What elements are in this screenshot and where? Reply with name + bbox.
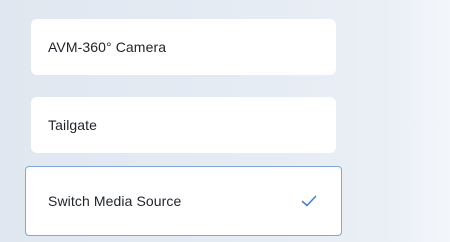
option-label: Switch Media Source bbox=[48, 193, 182, 209]
option-avm-360-camera[interactable]: AVM-360° Camera bbox=[31, 19, 336, 75]
option-label: AVM-360° Camera bbox=[48, 39, 167, 55]
check-icon bbox=[301, 195, 317, 207]
option-switch-media-source[interactable]: Switch Media Source bbox=[25, 166, 342, 236]
option-label: Tailgate bbox=[48, 117, 98, 133]
panel-edge bbox=[394, 0, 450, 242]
option-tailgate[interactable]: Tailgate bbox=[31, 97, 336, 153]
options-panel: AVM-360° Camera Tailgate Switch Media So… bbox=[0, 0, 450, 242]
